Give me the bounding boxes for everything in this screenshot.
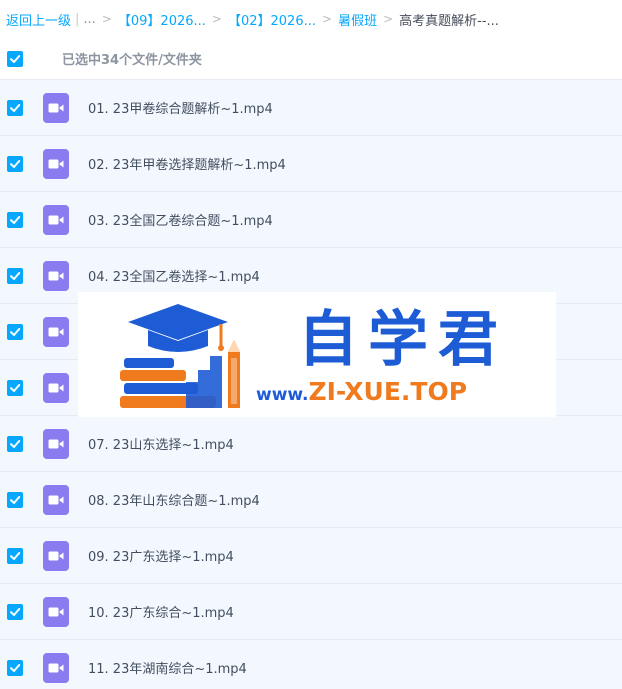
graduation-cap-books-icon bbox=[120, 304, 240, 408]
video-file-icon bbox=[43, 148, 69, 179]
video-file-icon bbox=[43, 484, 69, 515]
row-checkbox[interactable] bbox=[7, 435, 23, 452]
file-row[interactable]: 02. 23年甲卷选择题解析~1.mp4 bbox=[0, 136, 622, 192]
checkmark-icon bbox=[10, 383, 21, 392]
chevron-right-icon: > bbox=[101, 12, 112, 26]
chevron-right-icon: > bbox=[383, 12, 394, 26]
checkmark-icon bbox=[10, 327, 21, 336]
row-checkbox[interactable] bbox=[7, 211, 23, 228]
video-file-icon bbox=[43, 92, 69, 123]
row-checkbox[interactable] bbox=[7, 603, 23, 620]
file-row[interactable]: 01. 23甲卷综合题解析~1.mp4 bbox=[0, 80, 622, 136]
file-row[interactable]: 11. 23年湖南综合~1.mp4 bbox=[0, 640, 622, 689]
file-name[interactable]: 08. 23年山东综合题~1.mp4 bbox=[88, 490, 260, 509]
breadcrumb-item[interactable]: 【09】2026... bbox=[118, 10, 206, 29]
checkmark-icon bbox=[10, 215, 21, 224]
file-browser: 返回上一级 | ... > 【09】2026... > 【02】2026... … bbox=[0, 0, 622, 689]
row-checkbox[interactable] bbox=[7, 323, 23, 340]
checkmark-icon bbox=[10, 103, 21, 112]
checkmark-icon bbox=[10, 271, 21, 280]
video-file-icon bbox=[43, 260, 69, 291]
video-file-icon bbox=[43, 652, 69, 683]
file-name[interactable]: 02. 23年甲卷选择题解析~1.mp4 bbox=[88, 154, 286, 173]
file-row[interactable]: 03. 23全国乙卷综合题~1.mp4 bbox=[0, 192, 622, 248]
row-checkbox[interactable] bbox=[7, 491, 23, 508]
row-checkbox[interactable] bbox=[7, 659, 23, 676]
video-file-icon bbox=[43, 540, 69, 571]
breadcrumb: 返回上一级 | ... > 【09】2026... > 【02】2026... … bbox=[0, 0, 622, 38]
selection-summary: 已选中34个文件/文件夹 bbox=[62, 53, 202, 68]
video-file-icon bbox=[43, 428, 69, 459]
file-row[interactable]: 07. 23山东选择~1.mp4 bbox=[0, 416, 622, 472]
checkmark-icon bbox=[10, 54, 21, 63]
video-file-icon bbox=[43, 372, 69, 403]
breadcrumb-divider: | bbox=[75, 11, 80, 27]
video-file-icon bbox=[43, 316, 69, 347]
checkmark-icon bbox=[10, 607, 21, 616]
checkmark-icon bbox=[10, 439, 21, 448]
file-name[interactable]: 10. 23广东综合~1.mp4 bbox=[88, 602, 234, 621]
row-checkbox[interactable] bbox=[7, 379, 23, 396]
checkmark-icon bbox=[10, 551, 21, 560]
breadcrumb-ellipsis[interactable]: ... bbox=[83, 12, 95, 27]
file-row[interactable]: 10. 23广东综合~1.mp4 bbox=[0, 584, 622, 640]
breadcrumb-current: 高考真题解析--... bbox=[399, 13, 499, 29]
file-row[interactable]: 09. 23广东选择~1.mp4 bbox=[0, 528, 622, 584]
file-name[interactable]: 03. 23全国乙卷综合题~1.mp4 bbox=[88, 210, 273, 229]
file-name[interactable]: 09. 23广东选择~1.mp4 bbox=[88, 546, 234, 565]
checkmark-icon bbox=[10, 663, 21, 672]
watermark-url: www.ZI-XUE.TOP bbox=[256, 378, 467, 409]
row-checkbox[interactable] bbox=[7, 99, 23, 116]
file-row[interactable]: 08. 23年山东综合题~1.mp4 bbox=[0, 472, 622, 528]
watermark-overlay: 自学君 www.ZI-XUE.TOP bbox=[78, 292, 556, 417]
breadcrumb-item[interactable]: 暑假班 bbox=[338, 10, 377, 29]
row-checkbox[interactable] bbox=[7, 267, 23, 284]
select-all-bar: 已选中34个文件/文件夹 bbox=[0, 38, 622, 80]
checkmark-icon bbox=[10, 495, 21, 504]
chevron-right-icon: > bbox=[211, 12, 222, 26]
chevron-right-icon: > bbox=[322, 12, 333, 26]
row-checkbox[interactable] bbox=[7, 547, 23, 564]
video-file-icon bbox=[43, 596, 69, 627]
video-file-icon bbox=[43, 204, 69, 235]
breadcrumb-item[interactable]: 【02】2026... bbox=[228, 10, 316, 29]
watermark-url-main: ZI-XUE.TOP bbox=[308, 377, 468, 406]
file-name[interactable]: 07. 23山东选择~1.mp4 bbox=[88, 434, 234, 453]
watermark-title: 自学君 bbox=[298, 305, 508, 375]
checkmark-icon bbox=[10, 159, 21, 168]
back-link[interactable]: 返回上一级 bbox=[6, 10, 71, 29]
watermark-url-prefix: www. bbox=[256, 385, 309, 405]
select-all-checkbox[interactable] bbox=[7, 50, 23, 67]
file-name[interactable]: 11. 23年湖南综合~1.mp4 bbox=[88, 658, 247, 677]
file-name[interactable]: 01. 23甲卷综合题解析~1.mp4 bbox=[88, 98, 273, 117]
file-name[interactable]: 04. 23全国乙卷选择~1.mp4 bbox=[88, 266, 260, 285]
row-checkbox[interactable] bbox=[7, 155, 23, 172]
